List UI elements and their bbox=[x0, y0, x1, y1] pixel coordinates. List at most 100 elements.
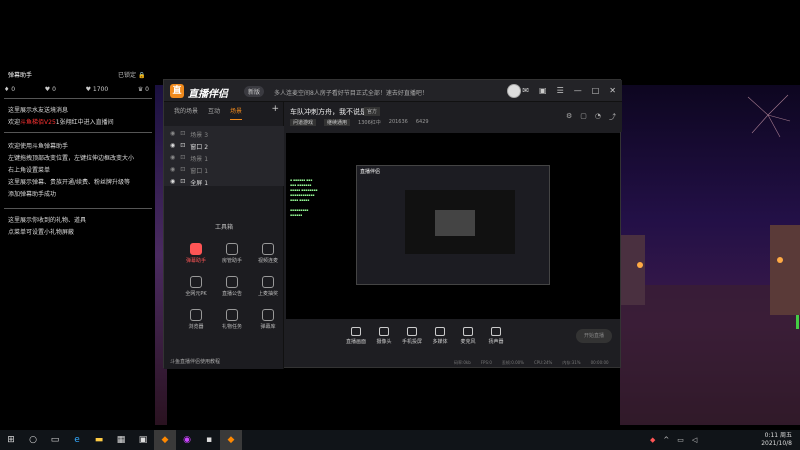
control-screen[interactable]: 直播画面 bbox=[342, 327, 370, 345]
control-camera[interactable]: 摄像头 bbox=[370, 327, 398, 345]
control-mic[interactable]: 麦克风 bbox=[454, 327, 482, 345]
tab-my-scenes[interactable]: 我的场景 bbox=[174, 106, 198, 120]
stat-heart: ♥ 1700 bbox=[85, 86, 109, 93]
helper-msg: 点菜单可设置小礼物屏蔽 bbox=[8, 229, 75, 236]
tool-video-link[interactable]: 视频连麦 bbox=[248, 243, 288, 264]
close-icon[interactable]: ✕ bbox=[609, 86, 616, 95]
menu-icon[interactable]: ☰ bbox=[557, 86, 564, 95]
helper-msg: 这里展示弹幕、贵族开通/续费、粉丝牌升级等 bbox=[8, 179, 131, 186]
clock[interactable]: 0:11 周五 2021/10/8 bbox=[761, 432, 792, 448]
user-icon bbox=[226, 243, 238, 255]
tab-scenes[interactable]: 场景 bbox=[230, 106, 243, 120]
start-live-button[interactable]: 开始直播 bbox=[576, 329, 612, 343]
control-media[interactable]: 多媒体 bbox=[426, 327, 454, 345]
tool-pk[interactable]: 全网元PK bbox=[176, 276, 216, 297]
announcement-icon bbox=[226, 276, 238, 288]
eye-icon: ◉ bbox=[170, 166, 176, 173]
category-chip[interactable]: 问道游戏 bbox=[290, 119, 317, 126]
captured-text: ▪ ▪▪▪▪▪▪ ▪▪▪ ▪▪▪ ▪▪▪▪▪▪▪ ▪▪▪▪▪ ▪▪▪▪▪▪▪▪ ▪▪▪… bbox=[290, 178, 318, 217]
scene-item[interactable]: ◉ ⊡ 窗口 2 bbox=[170, 142, 208, 151]
library-icon bbox=[262, 309, 274, 321]
scene-item[interactable]: ◉ ⊡ 场景 3 bbox=[170, 130, 208, 139]
settings-icon[interactable]: ⚙ bbox=[566, 112, 572, 122]
bell-icon[interactable]: ◔ bbox=[595, 112, 601, 122]
screen-icon bbox=[351, 327, 361, 336]
fireworks-decor bbox=[620, 94, 800, 425]
room-title[interactable]: 车队冲刺方舟，我不说是播 bbox=[290, 107, 374, 117]
search-icon[interactable]: ○ bbox=[22, 430, 44, 450]
tab-interact[interactable]: 互动 bbox=[208, 106, 220, 120]
scene-item[interactable]: ◉ ⊡ 场景 1 bbox=[170, 154, 208, 163]
title-bar: 直 直播伴侣 新版 多人连麦空间8人房子看好节目正式全部！速去好直播吧！ ✉ ▣… bbox=[164, 80, 622, 102]
status-bar: 码率:0kb FPS:0 丢帧:0.00% CPU:24% 内存:31% 00:… bbox=[284, 357, 622, 368]
version-badge[interactable]: 新版 bbox=[244, 86, 265, 97]
divider bbox=[4, 98, 152, 99]
helper-title: 弹幕助手 bbox=[8, 72, 33, 79]
source-controls: 直播画面 摄像头 手机投屏 多媒体 麦克风 扬声器 bbox=[286, 321, 620, 351]
helper-stats: ♦ 0 ♥ 0 ♥ 1700 ♛ 0 bbox=[4, 86, 149, 93]
status-time: 00:00:00 bbox=[590, 360, 609, 365]
tool-gift-task[interactable]: 礼物任务 bbox=[212, 309, 252, 330]
scene-item[interactable]: ◉ ⊡ 全屏 1 bbox=[170, 178, 208, 187]
desktop: 弹幕助手 已锁定 🔒 ♦ 0 ♥ 0 ♥ 1700 ♛ 0 这里展示水友送境消息… bbox=[0, 0, 800, 430]
tray-chevron-icon[interactable]: ^ bbox=[663, 436, 669, 444]
background-scene-right bbox=[620, 85, 800, 425]
task-view-icon[interactable]: ▭ bbox=[44, 430, 66, 450]
stat-like: ♥ 0 bbox=[44, 86, 56, 93]
nested-app-title: 直播伴侣 bbox=[360, 169, 381, 175]
helper-msg: 欢迎斗鱼梯佰V251张翔红中进入直播间 bbox=[8, 119, 114, 126]
maximize-icon[interactable]: □ bbox=[592, 86, 600, 95]
helper-msg: 左键拖拽顶部改变位置，左键拉伸边框改变大小 bbox=[8, 155, 135, 162]
stat-crown: ♛ 0 bbox=[137, 86, 149, 93]
video-link-icon bbox=[262, 243, 274, 255]
avatar[interactable] bbox=[507, 84, 521, 98]
helper-msg: 这里展示水友送境消息 bbox=[8, 107, 69, 114]
minimize-icon[interactable]: — bbox=[574, 86, 582, 95]
eye-icon: ◉ bbox=[170, 142, 176, 149]
scene-item[interactable]: ◉ ⊡ 窗口 1 bbox=[170, 166, 208, 175]
danmaku-helper: 弹幕助手 已锁定 🔒 ♦ 0 ♥ 0 ♥ 1700 ♛ 0 这里展示水友送境消息… bbox=[0, 60, 152, 260]
room-meta-1: 1306红中 bbox=[358, 120, 381, 126]
lottery-icon bbox=[262, 276, 274, 288]
lock-icon: ⊡ bbox=[180, 142, 186, 149]
mail-icon[interactable]: ✉ bbox=[522, 86, 529, 95]
mic-icon bbox=[463, 327, 473, 336]
room-header: 车队冲刺方舟，我不说是播 官方 问道游戏 继续通用 1306红中 201636 … bbox=[284, 102, 622, 132]
start-icon[interactable]: ⊞ bbox=[0, 430, 22, 450]
game-icon[interactable]: ◉ bbox=[176, 430, 198, 450]
store-icon[interactable]: ▦ bbox=[110, 430, 132, 450]
control-phone[interactable]: 手机投屏 bbox=[398, 327, 426, 345]
tray-app-icon[interactable]: ◆ bbox=[650, 436, 655, 444]
app-title: 直播伴侣 bbox=[188, 89, 228, 100]
douyu-icon[interactable]: ◆ bbox=[154, 430, 176, 450]
app-icon[interactable]: ▣ bbox=[132, 430, 154, 450]
tutorial-link[interactable]: 斗鱼直播伴侣使用教程 bbox=[170, 358, 220, 365]
helper-msg: 添加弹幕助手成功 bbox=[8, 191, 57, 198]
live-companion-icon[interactable]: ◆ bbox=[220, 430, 242, 450]
speaker-icon bbox=[491, 327, 501, 336]
tool-danmaku-library[interactable]: 弹幕库 bbox=[248, 309, 288, 330]
tool-announcement[interactable]: 直播公告 bbox=[212, 276, 252, 297]
explorer-icon[interactable]: ▬ bbox=[88, 430, 110, 450]
shirt-icon[interactable]: ▣ bbox=[539, 86, 547, 95]
edge-icon[interactable]: e bbox=[66, 430, 88, 450]
network-icon[interactable]: ▭ bbox=[677, 436, 684, 444]
browser-icon bbox=[190, 309, 202, 321]
volume-icon[interactable]: ◁ bbox=[692, 436, 697, 444]
add-scene-button[interactable]: + bbox=[271, 104, 279, 114]
status-cpu: CPU:24% bbox=[533, 360, 553, 365]
control-speaker[interactable]: 扬声器 bbox=[482, 327, 510, 345]
share-icon[interactable]: ⤴ bbox=[609, 112, 616, 122]
tool-lottery[interactable]: 上麦抽奖 bbox=[248, 276, 288, 297]
stream-preview[interactable]: ▪ ▪▪▪▪▪▪ ▪▪▪ ▪▪▪ ▪▪▪▪▪▪▪ ▪▪▪▪▪ ▪▪▪▪▪▪▪▪ ▪▪▪… bbox=[286, 133, 620, 319]
category-chip-2[interactable]: 继续通用 bbox=[324, 119, 351, 126]
app2-icon[interactable]: ▪ bbox=[198, 430, 220, 450]
nested-preview bbox=[405, 190, 515, 254]
tool-browser[interactable]: 浏览器 bbox=[176, 309, 216, 330]
nested-capture-window: 直播伴侣 bbox=[356, 165, 550, 285]
lock-button[interactable]: 已锁定 🔒 bbox=[118, 70, 145, 79]
tool-danmaku-helper[interactable]: 弹幕助手 bbox=[176, 243, 216, 264]
chat-icon[interactable]: ▢ bbox=[580, 112, 587, 122]
lock-icon: ⊡ bbox=[180, 130, 186, 137]
tool-room-helper[interactable]: 房管助手 bbox=[212, 243, 252, 264]
